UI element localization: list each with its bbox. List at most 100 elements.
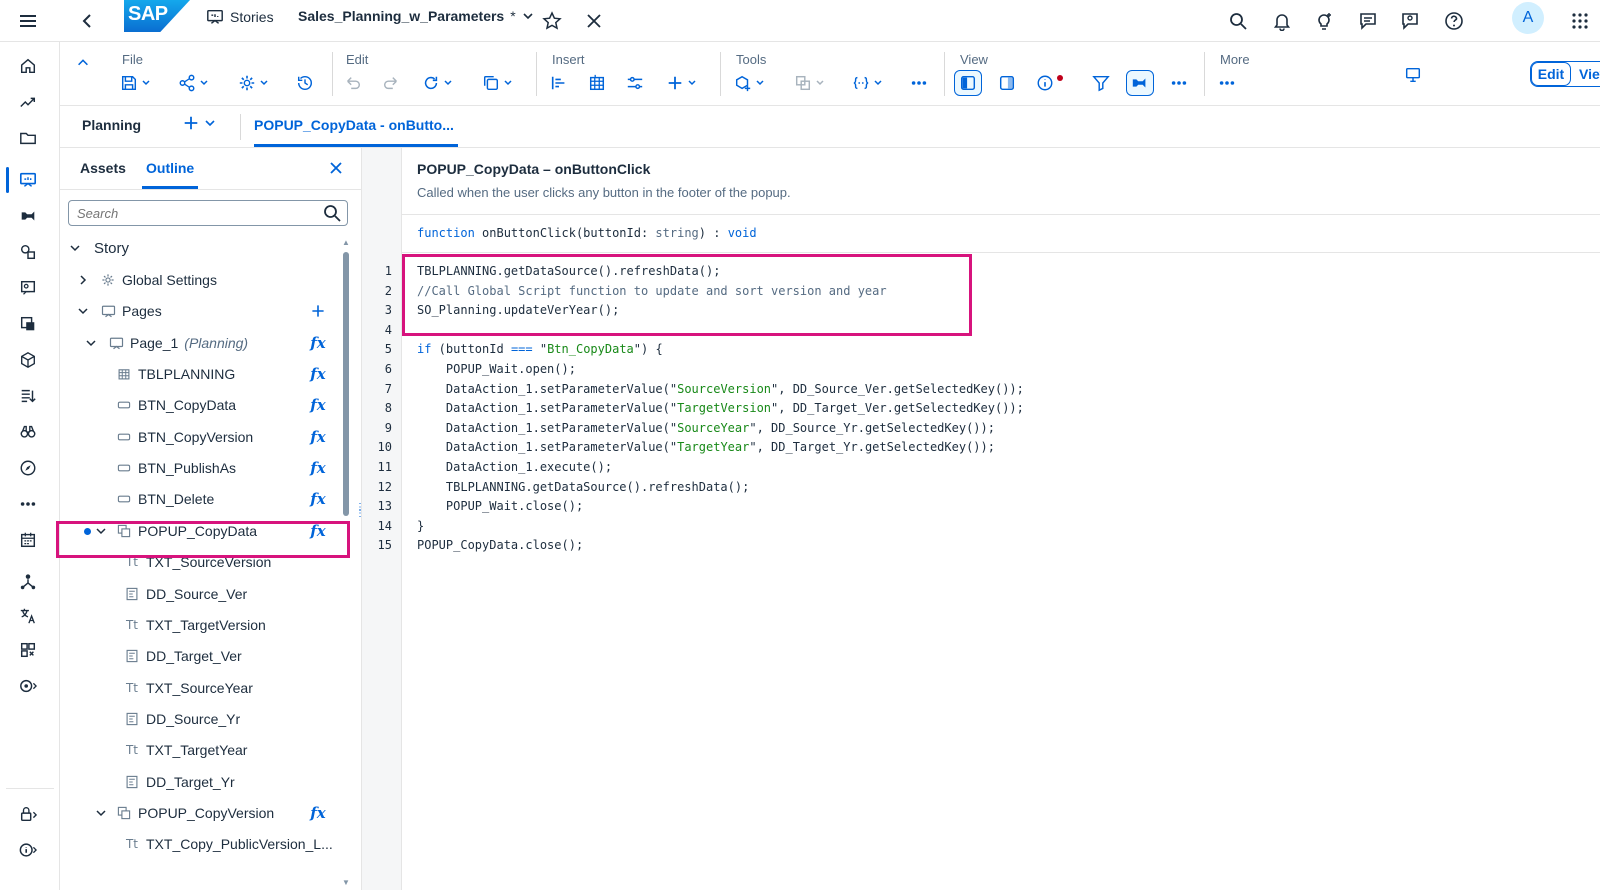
undo-button[interactable] [344, 70, 362, 96]
code-line[interactable]: 8 DataAction_1.setParameterValue("Target… [362, 398, 1562, 418]
tree-item-btn-copyversion[interactable]: BTN_CopyVersion fx [60, 422, 350, 452]
stories-nav[interactable]: Stories [206, 8, 274, 26]
fx-script-icon[interactable]: fx [308, 803, 328, 823]
code-line[interactable]: 15 POPUP_CopyData.close(); [362, 535, 1562, 555]
settings-expand-icon[interactable] [14, 672, 42, 700]
add-page-button[interactable] [308, 301, 328, 321]
share-button[interactable] [178, 70, 209, 96]
data-import-icon[interactable] [14, 382, 42, 410]
settings-button[interactable] [238, 70, 269, 96]
tree-item-popup-copyversion[interactable]: POPUP_CopyVersion fx [60, 798, 350, 828]
edit-mode-button[interactable]: Edit [1531, 62, 1571, 86]
tree-item-txt-targetversion[interactable]: Tt TXT_TargetVersion [60, 610, 350, 640]
fx-script-icon[interactable]: fx [308, 458, 328, 478]
tree-item-dd-source-yr[interactable]: DD_Source_Yr [60, 704, 350, 734]
redo-button[interactable] [382, 70, 400, 96]
right-panel-toggle[interactable] [998, 70, 1016, 96]
tree-item-page-1[interactable]: Page_1 (Planning) fx [60, 328, 350, 358]
left-panel-toggle[interactable] [954, 70, 982, 96]
calendar-icon[interactable] [14, 526, 42, 554]
filter-button[interactable] [1092, 70, 1110, 96]
insert-add-button[interactable] [666, 70, 697, 96]
tab-assets[interactable]: Assets [80, 160, 126, 176]
tab-script-editor[interactable]: POPUP_CopyData - onButto... [254, 117, 454, 133]
fx-script-icon[interactable]: fx [308, 489, 328, 509]
folder-icon[interactable] [14, 124, 42, 152]
lightbulb-icon[interactable] [1310, 7, 1338, 35]
insert-chart-button[interactable] [550, 70, 568, 96]
app-grid-icon[interactable] [1566, 7, 1594, 35]
info-button[interactable] [1036, 70, 1063, 96]
tree-item-txt-targetyear[interactable]: Tt TXT_TargetYear [60, 735, 350, 765]
translation-icon[interactable] [14, 602, 42, 630]
tree-item-pages[interactable]: Pages [60, 296, 350, 326]
code-line[interactable]: 5 if (buttonId === "Btn_CopyData") { [362, 339, 1562, 359]
stories-icon[interactable] [14, 166, 42, 194]
tree-item-dd-target-yr[interactable]: DD_Target_Yr [60, 767, 350, 797]
lock-expand-icon[interactable] [14, 800, 42, 828]
tree-item-txt-sourceyear[interactable]: Tt TXT_SourceYear [60, 673, 350, 703]
analytic-app-icon[interactable] [14, 238, 42, 266]
add-tab-button[interactable] [182, 114, 216, 132]
collapse-toolbar-button[interactable] [76, 50, 90, 76]
scripting-button[interactable] [852, 70, 883, 96]
code-line[interactable]: 7 DataAction_1.setParameterValue("Source… [362, 379, 1562, 399]
tree-item-txt-copy-publicversion[interactable]: Tt TXT_Copy_PublicVersion_L... [60, 829, 350, 859]
view-overflow-button[interactable] [1170, 70, 1188, 96]
outline-scrollbar[interactable] [343, 252, 349, 516]
compass-icon[interactable] [14, 454, 42, 482]
tree-item-tblplanning[interactable]: TBLPLANNING fx [60, 359, 350, 389]
collaboration-icon[interactable] [1396, 7, 1424, 35]
back-icon[interactable] [74, 7, 102, 35]
star-icon[interactable] [538, 7, 566, 35]
tools-overflow-button[interactable] [910, 70, 928, 96]
mode-switch[interactable]: Edit View [1530, 61, 1600, 87]
insert-input-control-button[interactable] [626, 70, 644, 96]
insert-table-button[interactable] [588, 70, 606, 96]
fx-script-icon[interactable]: fx [308, 333, 328, 353]
code-line[interactable]: 9 DataAction_1.setParameterValue("Source… [362, 418, 1562, 438]
feedback-icon[interactable] [1354, 7, 1382, 35]
document-title[interactable]: Sales_Planning_w_Parameters * [298, 8, 534, 24]
tree-item-dd-target-ver[interactable]: DD_Target_Ver [60, 641, 350, 671]
refresh-button[interactable] [422, 70, 453, 96]
add-calculation-button[interactable] [734, 70, 765, 96]
data-action-icon[interactable] [14, 202, 42, 230]
sap-logo[interactable]: SAP [124, 0, 190, 32]
close-panel-button[interactable] [324, 156, 348, 180]
search-icon[interactable] [1224, 7, 1252, 35]
more-horizontal-icon[interactable] [14, 490, 42, 518]
home-icon[interactable] [14, 52, 42, 80]
binoculars-icon[interactable] [14, 418, 42, 446]
tree-item-btn-copydata[interactable]: BTN_CopyData fx [60, 390, 350, 420]
tab-outline[interactable]: Outline [146, 160, 194, 176]
view-mode-label[interactable]: View [1579, 66, 1600, 82]
dataset-icon[interactable] [14, 310, 42, 338]
code-line[interactable]: 6 POPUP_Wait.open(); [362, 359, 1562, 379]
scroll-up-icon[interactable]: ▲ [342, 238, 350, 247]
version-history-button[interactable] [296, 70, 314, 96]
more-button[interactable] [1218, 70, 1236, 96]
code-line[interactable]: 13 POPUP_Wait.close(); [362, 496, 1562, 516]
tab-planning[interactable]: Planning [82, 117, 141, 133]
hierarchy-icon[interactable] [14, 568, 42, 596]
notification-bell-icon[interactable] [1268, 7, 1296, 35]
save-button[interactable] [120, 70, 151, 96]
tree-item-btn-publishas[interactable]: BTN_PublishAs fx [60, 453, 350, 483]
content-network-icon[interactable] [14, 636, 42, 664]
code-line[interactable]: 10 DataAction_1.setParameterValue("Targe… [362, 437, 1562, 457]
menu-icon[interactable] [14, 7, 42, 35]
user-avatar[interactable]: A [1512, 2, 1544, 34]
help-icon[interactable] [1440, 7, 1468, 35]
fx-script-icon[interactable]: fx [308, 427, 328, 447]
model-cube-icon[interactable] [14, 346, 42, 374]
search-input[interactable] [68, 200, 348, 226]
digital-boardroom-icon[interactable] [14, 274, 42, 302]
data-action-toggle[interactable] [1126, 70, 1154, 96]
fx-script-icon[interactable]: fx [308, 395, 328, 415]
linked-analysis-button[interactable] [794, 70, 825, 96]
info-expand-icon[interactable] [14, 836, 42, 864]
code-line[interactable]: 11 DataAction_1.execute(); [362, 457, 1562, 477]
tree-item-dd-source-ver[interactable]: DD_Source_Ver [60, 579, 350, 609]
tree-item-story[interactable]: Story [60, 233, 350, 263]
